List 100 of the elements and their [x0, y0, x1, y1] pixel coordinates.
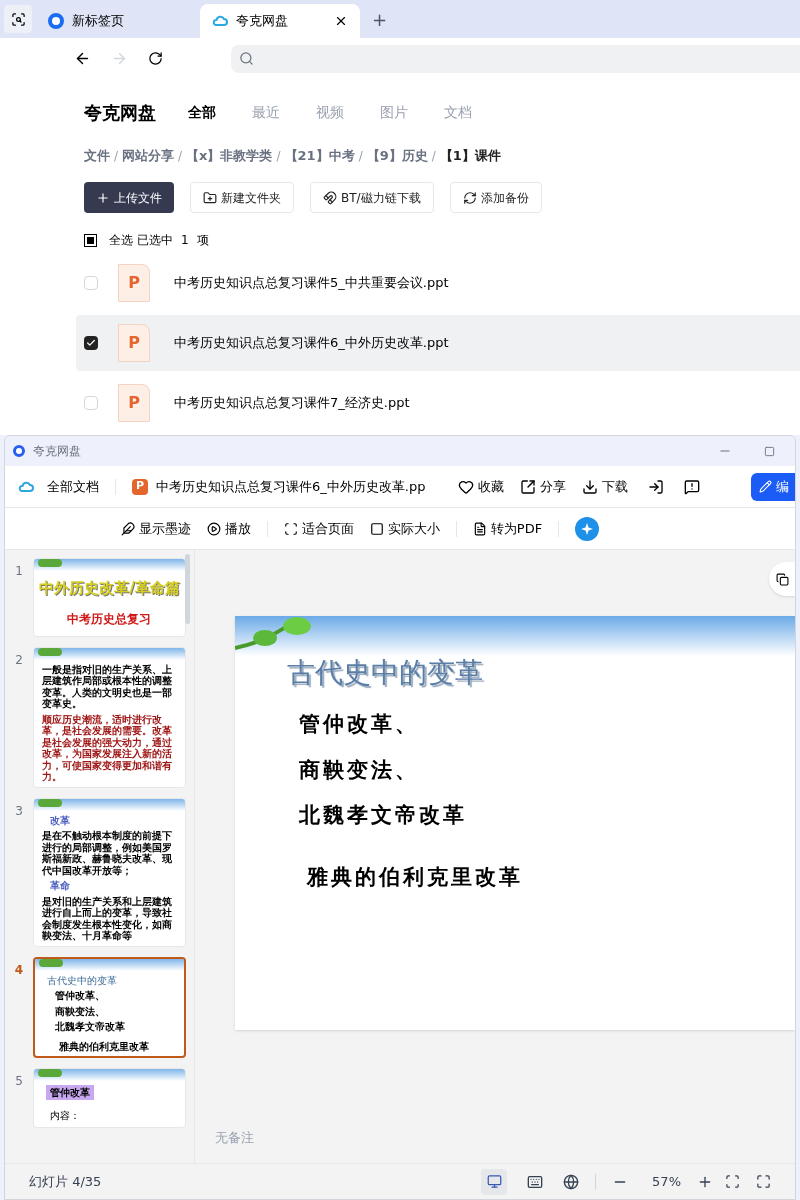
- breadcrumb-item[interactable]: 【9】历史: [366, 146, 428, 166]
- slide-text: 北魏孝文帝改革: [53, 1021, 126, 1033]
- breadcrumb-item: 【1】课件: [439, 147, 501, 166]
- slide-heading: 革命: [48, 880, 71, 892]
- breadcrumb-separator: /: [431, 147, 436, 165]
- new-tab-button[interactable]: +: [364, 5, 396, 33]
- fit-button[interactable]: 适合页面: [283, 518, 354, 539]
- download-button[interactable]: 下载: [582, 476, 628, 497]
- slide-text: 雅典的伯利克里改革: [307, 862, 524, 891]
- ppt-icon: P: [132, 478, 148, 495]
- slide-text: 内容：: [48, 1109, 80, 1124]
- slide-text: 一般是指对旧的生产关系、上层建筑作局部或根本性的调整变革。人类的文明史也是一部变革史。: [41, 663, 173, 710]
- pencil-icon: [759, 480, 772, 493]
- share-button[interactable]: 分享: [520, 476, 566, 497]
- slide-number: 5: [14, 1073, 24, 1091]
- row-checkbox[interactable]: [84, 336, 98, 350]
- breadcrumb-item[interactable]: 文件: [84, 146, 110, 166]
- ppt-file-icon: P: [118, 324, 150, 362]
- reload-icon[interactable]: [148, 51, 163, 67]
- bt-button[interactable]: BT/磁力链下载: [310, 182, 434, 213]
- refresh-icon: [462, 190, 477, 205]
- cloud-icon: [212, 13, 228, 29]
- file-name: 中考历史知识点总复习课件6_中外历史改革.ppt: [174, 334, 449, 353]
- breadcrumb-separator: /: [114, 147, 119, 165]
- row-checkbox[interactable]: [84, 396, 98, 410]
- feedback-icon[interactable]: [684, 478, 700, 495]
- slide-number: 1: [14, 563, 24, 580]
- browser-logo-icon: [48, 13, 64, 29]
- slide-text: 是对旧的生产关系和上层建筑进行自上而上的变革，导致社会制度发生根本性变化，如商鞅变法、十月革命等: [41, 895, 173, 942]
- breadcrumb-item[interactable]: 【21】中考: [284, 146, 355, 166]
- ppt-file-icon: P: [118, 264, 150, 302]
- actual-button[interactable]: 实际大小: [369, 518, 440, 539]
- sparkle-icon: [581, 522, 594, 535]
- play-button[interactable]: 播放: [206, 518, 251, 539]
- fit-icon[interactable]: [725, 1174, 740, 1189]
- breadcrumb-item[interactable]: 网站分享: [122, 146, 175, 166]
- close-icon[interactable]: [334, 14, 348, 28]
- folder-plus-icon: [203, 190, 217, 205]
- slide-heading-tag: 管仲改革: [45, 1085, 94, 1101]
- all-documents-link[interactable]: 全部文档: [47, 476, 99, 497]
- play-icon: [206, 521, 221, 536]
- fit-page-icon: [283, 521, 298, 536]
- slide-text: 商鞅变法、: [299, 755, 420, 784]
- row-checkbox[interactable]: [84, 276, 98, 290]
- slide-number: 2: [14, 651, 24, 669]
- document-title: 中考历史知识点总复习课件6_中外历史改革.pp: [156, 477, 427, 496]
- slide-title: 古代史中的变革: [287, 655, 484, 691]
- slide-text: 管仲改革、: [299, 710, 420, 738]
- ink-button[interactable]: 显示墨迹: [120, 518, 191, 539]
- fullscreen-icon[interactable]: [756, 1174, 771, 1189]
- share-icon: [520, 478, 536, 495]
- file-name: 中考历史知识点总复习课件5_中共重要会议.ppt: [174, 274, 449, 293]
- plus-icon: [96, 190, 110, 205]
- heart-button[interactable]: 收藏: [458, 476, 504, 497]
- ai-button[interactable]: [575, 516, 600, 541]
- breadcrumb-separator: /: [178, 147, 183, 165]
- select-all-label[interactable]: 全选: [109, 231, 133, 249]
- tab-title: 新标签页: [72, 12, 125, 31]
- breadcrumb-separator: /: [358, 147, 363, 165]
- tab-title: 夸克网盘: [236, 12, 289, 31]
- maximize-icon[interactable]: [764, 445, 775, 457]
- slide-number: 3: [14, 802, 24, 820]
- folder-button[interactable]: 新建文件夹: [190, 182, 294, 213]
- magnet-icon: [323, 190, 337, 205]
- backup-button[interactable]: 添加备份: [449, 182, 542, 213]
- slide-text: 商鞅变法、: [53, 1005, 106, 1018]
- pdf-file-icon: [472, 521, 487, 536]
- zoom-level: 57%: [652, 1172, 681, 1191]
- slide-text: 北魏孝文帝改革: [299, 801, 468, 829]
- scrollbar[interactable]: [185, 554, 190, 624]
- pdf-button[interactable]: 转为PDF: [472, 518, 543, 539]
- slide-thumbnail[interactable]: 管仲改革 内容：: [32, 1068, 186, 1129]
- slide-subtitle: 中考历史总复习: [67, 610, 152, 628]
- select-all-checkbox[interactable]: [84, 233, 97, 247]
- file-name: 中考历史知识点总复习课件7_经济史.ppt: [174, 394, 410, 413]
- browser-tab[interactable]: 新标签页: [36, 4, 196, 38]
- slide-thumbnail[interactable]: 改革 是在不触动根本制度的前提下进行的局部调整，例如美国罗斯福新政、赫鲁晓夫改革、现代中国改革开放等； 革命 是对旧的生产关系和上层建筑进行自上而上的变革，导致社会制度发生根本性变化，如商鞅变法、十月革命等: [32, 797, 186, 947]
- slide-thumbnail[interactable]: 中外历史改革/革命篇 中考历史总复习: [32, 558, 186, 637]
- selection-summary: 已选中: [137, 232, 173, 249]
- slide-counter: 幻灯片 4/35: [29, 1172, 103, 1191]
- slide-thumbnail[interactable]: 一般是指对旧的生产关系、上层建筑作局部或根本性的调整变革。人类的文明史也是一部变革史。 顺应历史潮流，适时进行改革，是社会发展的需要。改革是社会发展的强大动力，通过改革，为国家发展注入新的活力，可使国家变得更加和谐有力。: [32, 646, 186, 788]
- browser-tab[interactable]: 夸克网盘: [200, 4, 360, 38]
- tab-search-icon[interactable]: [4, 5, 32, 33]
- nav-tab[interactable]: 全部: [188, 102, 216, 124]
- slide-heading: 古代史中的变革: [46, 974, 118, 987]
- breadcrumb-separator: /: [276, 147, 281, 165]
- file-row[interactable]: P 中考历史知识点总复习课件6_中外历史改革.ppt: [76, 315, 800, 371]
- check-icon: [86, 338, 96, 348]
- upload-button[interactable]: 上传文件: [84, 182, 174, 213]
- side-tool-icon[interactable]: [769, 562, 795, 596]
- edit-button[interactable]: 编: [751, 472, 795, 501]
- enter-icon[interactable]: [648, 478, 664, 495]
- actual-size-icon: [369, 521, 384, 536]
- slide-thumbnail[interactable]: 古代史中的变革 管仲改革、 商鞅变法、 北魏孝文帝改革 雅典的伯利克里改革: [32, 956, 186, 1059]
- heart-icon: [458, 478, 474, 495]
- keyboard-icon[interactable]: [527, 1173, 544, 1190]
- globe-icon[interactable]: [563, 1173, 580, 1190]
- presenter-view-icon[interactable]: [481, 1168, 508, 1195]
- breadcrumb-item[interactable]: 【x】非教学类: [186, 146, 273, 166]
- slide-title: 中外历史改革/革命篇: [39, 579, 180, 598]
